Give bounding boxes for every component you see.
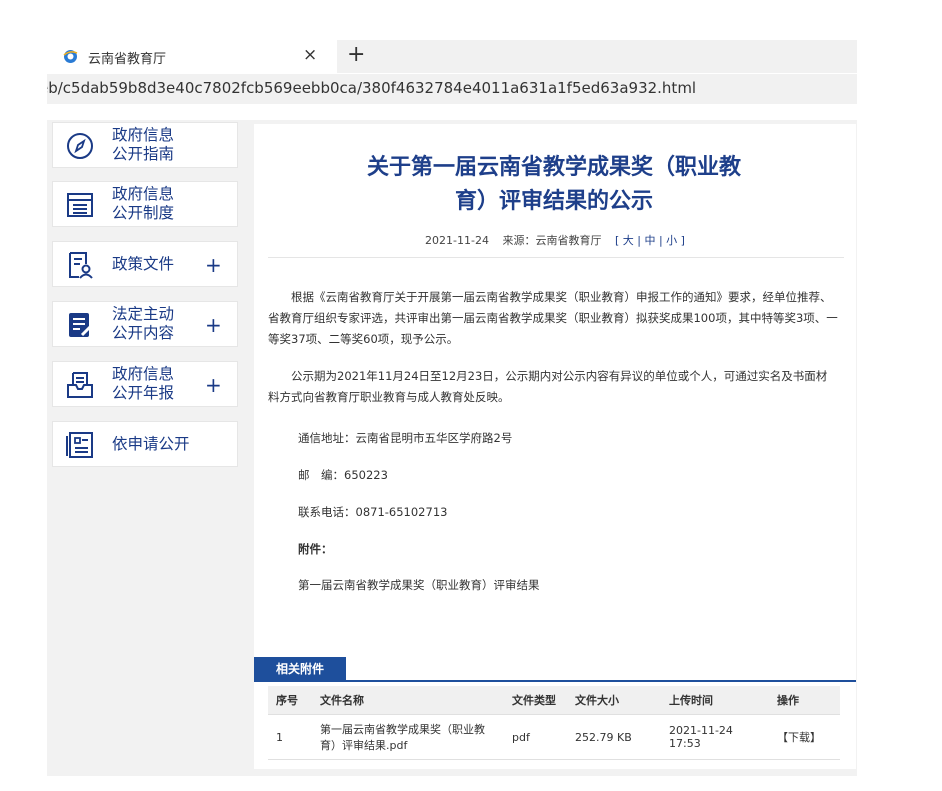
attachments-table: 序号 文件名称 文件类型 文件大小 上传时间 操作 1 第一届云南省教学成果奖（… bbox=[268, 686, 840, 760]
tab-title: 云南省教育厅 bbox=[88, 52, 167, 67]
cell-file-size: 252.79 KB bbox=[567, 714, 661, 760]
sidebar-item-label: 政府信息 公开年报 bbox=[112, 365, 175, 402]
postcode-line: 邮 编：650223 bbox=[298, 468, 388, 482]
cell-index: 1 bbox=[268, 714, 312, 760]
cell-file-name[interactable]: 第一届云南省教学成果奖（职业教育）评审结果.pdf bbox=[312, 714, 504, 760]
page-title: 关于第一届云南省教学成果奖（职业教 育）评审结果的公示 bbox=[284, 151, 824, 219]
expand-plus-icon[interactable]: + bbox=[205, 373, 222, 397]
sidebar-item-apply[interactable]: 依申请公开 bbox=[52, 421, 238, 467]
sidebar-item-guide[interactable]: 政府信息 公开指南 bbox=[52, 122, 238, 168]
sidebar-item-label: 政府信息 公开制度 bbox=[112, 185, 175, 222]
title-line-1: 关于第一届云南省教学成果奖（职业教 bbox=[366, 155, 741, 180]
column-header: 文件类型 bbox=[504, 686, 567, 715]
font-size-switcher[interactable]: [ 大 | 中 | 小 ] bbox=[615, 234, 685, 247]
browser-tab-bar: 云南省教育厅 × + bbox=[47, 40, 857, 73]
divider bbox=[268, 257, 844, 258]
policy-doc-icon bbox=[69, 252, 93, 279]
tab-close-button[interactable]: × bbox=[303, 45, 317, 65]
url-text: eb/c5dab59b8d3e40c7802fcb569eebb0ca/380f… bbox=[47, 79, 697, 97]
sidebar-item-system[interactable]: 政府信息 公开制度 bbox=[52, 181, 238, 227]
article-panel: 关于第一届云南省教学成果奖（职业教 育）评审结果的公示 2021-11-24 来… bbox=[254, 124, 856, 769]
new-tab-button[interactable]: + bbox=[347, 42, 365, 67]
sidebar-item-policy[interactable]: 政策文件 + bbox=[52, 241, 238, 287]
related-attachments-tab: 相关附件 bbox=[254, 657, 346, 681]
phone-line: 联系电话：0871-65102713 bbox=[298, 505, 448, 519]
edit-doc-icon bbox=[69, 313, 94, 337]
cell-upload-time: 2021-11-24 17:53 bbox=[661, 714, 769, 760]
attachments-underline bbox=[254, 680, 856, 682]
attachment-link[interactable]: 第一届云南省教学成果奖（职业教育）评审结果 bbox=[298, 577, 540, 593]
expand-plus-icon[interactable]: + bbox=[205, 313, 222, 337]
attachment-heading: 附件： bbox=[298, 542, 333, 556]
sidebar-item-label: 政府信息 公开指南 bbox=[112, 126, 175, 163]
table-row: 1 第一届云南省教学成果奖（职业教育）评审结果.pdf pdf 252.79 K… bbox=[268, 714, 840, 760]
column-header: 上传时间 bbox=[661, 686, 769, 715]
table-header-row: 序号 文件名称 文件类型 文件大小 上传时间 操作 bbox=[268, 686, 840, 715]
cell-file-type: pdf bbox=[504, 714, 567, 760]
top-strip bbox=[47, 104, 857, 120]
page-body: 政府信息 公开指南 政府信息 公开制度 政策文件 + 法定主动 公开内容 + 政… bbox=[47, 104, 857, 776]
report-tray-icon bbox=[67, 372, 93, 398]
column-header: 操作 bbox=[769, 686, 840, 715]
browser-tab[interactable]: 云南省教育厅 × bbox=[47, 40, 337, 73]
compass-icon bbox=[67, 133, 93, 159]
article-meta: 2021-11-24 来源：云南省教育厅 [ 大 | 中 | 小 ] bbox=[254, 232, 856, 248]
publish-date: 2021-11-24 bbox=[425, 234, 489, 247]
paragraph-2: 公示期为2021年11月24日至12月23日，公示期内对公示内容有异议的单位或个… bbox=[268, 369, 828, 404]
column-header: 文件名称 bbox=[312, 686, 504, 715]
sidebar-item-label: 政策文件 bbox=[112, 255, 175, 273]
apply-form-icon bbox=[66, 432, 93, 458]
title-line-2: 育）评审结果的公示 bbox=[454, 189, 653, 214]
sidebar-item-label: 依申请公开 bbox=[112, 435, 190, 453]
sidebar-item-label: 法定主动 公开内容 bbox=[112, 305, 175, 342]
sidebar-item-annual-report[interactable]: 政府信息 公开年报 + bbox=[52, 361, 238, 407]
list-doc-icon bbox=[67, 193, 93, 217]
column-header: 文件大小 bbox=[567, 686, 661, 715]
download-link[interactable]: 【下载】 bbox=[769, 714, 840, 760]
column-header: 序号 bbox=[268, 686, 312, 715]
address-line: 通信地址：云南省昆明市五华区学府路2号 bbox=[298, 431, 513, 445]
ie-logo-icon bbox=[63, 50, 78, 63]
address-bar[interactable]: eb/c5dab59b8d3e40c7802fcb569eebb0ca/380f… bbox=[47, 74, 857, 104]
article-source: 来源：云南省教育厅 bbox=[502, 234, 602, 247]
expand-plus-icon[interactable]: + bbox=[205, 253, 222, 277]
paragraph-1: 根据《云南省教育厅关于开展第一届云南省教学成果奖（职业教育）申报工作的通知》要求… bbox=[268, 290, 838, 346]
sidebar-item-mandatory[interactable]: 法定主动 公开内容 + bbox=[52, 301, 238, 347]
